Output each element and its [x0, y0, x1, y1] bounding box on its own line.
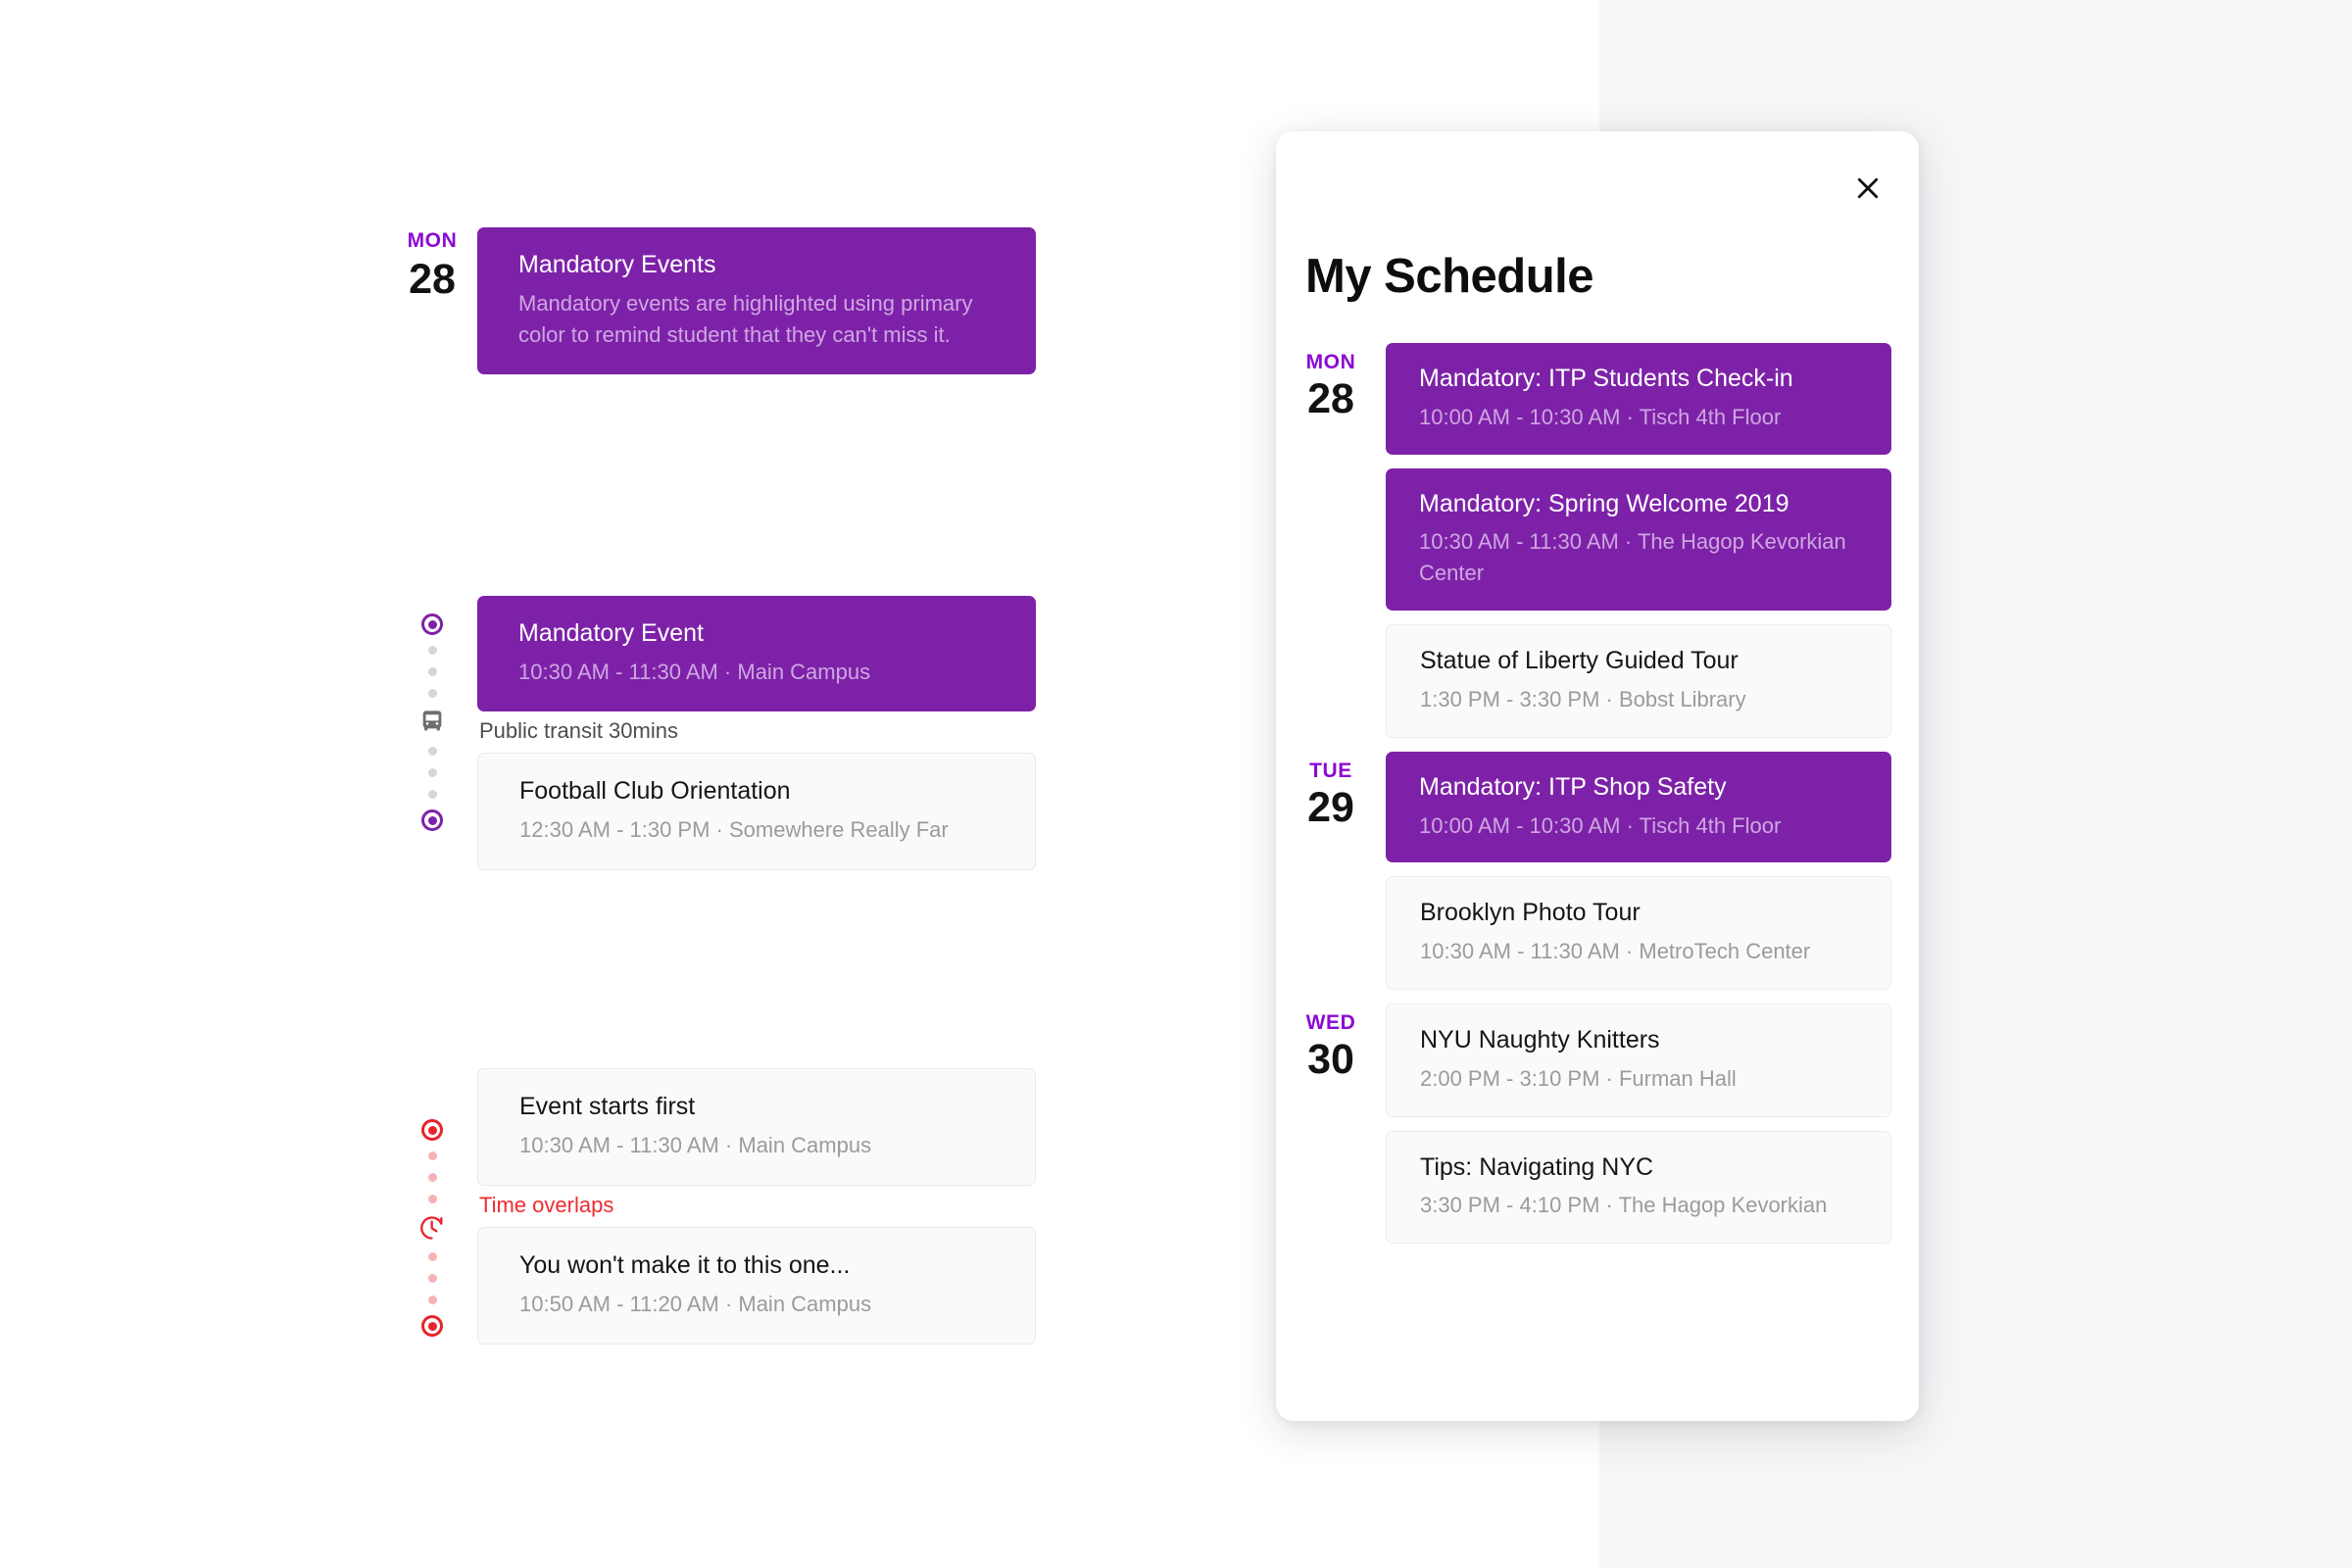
- event-meta: 10:50 AM - 11:20 AM · Main Campus: [519, 1291, 872, 1316]
- timeline-dot: [427, 747, 437, 756]
- page-title: My Schedule: [1305, 250, 1594, 303]
- event-card[interactable]: Event starts first 10:30 AM - 11:30 AM ·…: [477, 1068, 1036, 1186]
- event-meta: 10:30 AM - 11:30 AM · Main Campus: [518, 659, 871, 684]
- timeline-dot: [427, 667, 437, 676]
- timeline-node-end: [421, 1315, 443, 1337]
- schedule-event-card[interactable]: NYU Naughty Knitters 2:00 PM - 3:10 PM ·…: [1386, 1004, 1891, 1117]
- day-badge-empty: [1276, 1131, 1386, 1139]
- schedule-event-card[interactable]: Tips: Navigating NYC 3:30 PM - 4:10 PM ·…: [1386, 1130, 1891, 1245]
- list-item: TUE 29 Mandatory: ITP Shop Safety 10:00 …: [1276, 751, 1919, 863]
- event-title: Mandatory Event: [518, 619, 704, 647]
- bus-icon: [422, 710, 442, 731]
- timeline-dot: [427, 689, 437, 698]
- timeline-dots: [427, 635, 437, 709]
- timeline-dot: [427, 1274, 437, 1283]
- transit-note: Public transit 30mins: [479, 717, 678, 743]
- list-item: Mandatory: Spring Welcome 2019 10:30 AM …: [1276, 467, 1919, 612]
- event-description: Mandatory events are highlighted using p…: [518, 290, 973, 347]
- event-title: Mandatory Events: [518, 251, 716, 278]
- day-number: 30: [1307, 1036, 1354, 1084]
- day-of-week: MON: [407, 229, 458, 252]
- timeline-dot: [427, 1173, 437, 1182]
- close-button[interactable]: [1840, 161, 1895, 216]
- timeline-dots: [427, 1242, 437, 1315]
- event-meta: 1:30 PM - 3:30 PM · Bobst Library: [1420, 686, 1746, 711]
- timeline-dots: [427, 1141, 437, 1214]
- event-card[interactable]: Mandatory Event 10:30 AM - 11:30 AM · Ma…: [477, 596, 1036, 711]
- timeline-dot: [427, 1152, 437, 1160]
- event-title: Tips: Navigating NYC: [1420, 1152, 1654, 1181]
- timeline-dot: [427, 1296, 437, 1304]
- my-schedule-sheet: My Schedule MON 28 Mandatory: ITP Studen…: [1276, 131, 1919, 1421]
- schedule-list: MON 28 Mandatory: ITP Students Check-in …: [1276, 304, 1919, 1245]
- event-title: Statue of Liberty Guided Tour: [1420, 647, 1739, 675]
- event-title: NYU Naughty Knitters: [1420, 1026, 1660, 1054]
- card-stack: Mandatory Event 10:30 AM - 11:30 AM · Ma…: [477, 596, 1036, 870]
- timeline-node-start: [421, 1119, 443, 1141]
- schedule-event-card[interactable]: Brooklyn Photo Tour 10:30 AM - 11:30 AM …: [1386, 876, 1891, 991]
- schedule-event-card[interactable]: Mandatory: Spring Welcome 2019 10:30 AM …: [1386, 467, 1891, 612]
- event-card[interactable]: Football Club Orientation 12:30 AM - 1:3…: [477, 753, 1036, 870]
- spec-group-overlap: Event starts first 10:30 AM - 11:30 AM ·…: [387, 1068, 1036, 1345]
- screen-root: MON 28 Mandatory Events Mandatory events…: [0, 0, 2352, 1568]
- day-badge-empty: [1276, 468, 1386, 476]
- list-item: Brooklyn Photo Tour 10:30 AM - 11:30 AM …: [1276, 876, 1919, 991]
- close-icon: [1857, 177, 1879, 199]
- card-stack: Event starts first 10:30 AM - 11:30 AM ·…: [477, 1068, 1036, 1345]
- event-title: Mandatory: ITP Shop Safety: [1419, 772, 1727, 801]
- day-of-week: WED: [1305, 1011, 1356, 1035]
- event-title: Event starts first: [519, 1093, 696, 1120]
- list-item: WED 30 NYU Naughty Knitters 2:00 PM - 3:…: [1276, 1004, 1919, 1117]
- timeline-dot: [427, 1195, 437, 1203]
- timeline-node-end: [421, 809, 443, 831]
- schedule-event-card[interactable]: Statue of Liberty Guided Tour 1:30 PM - …: [1386, 624, 1891, 738]
- timeline-dot: [427, 646, 437, 655]
- schedule-event-card[interactable]: Mandatory: ITP Students Check-in 10:00 A…: [1386, 343, 1891, 455]
- event-meta: 10:30 AM - 11:30 AM · The Hagop Kevorkia…: [1419, 529, 1846, 586]
- event-title: You won't make it to this one...: [519, 1251, 851, 1280]
- day-badge: MON 28: [1276, 343, 1386, 426]
- list-item: MON 28 Mandatory: ITP Students Check-in …: [1276, 343, 1919, 455]
- timeline-rail-overlap: [387, 1068, 477, 1337]
- day-number: 28: [409, 256, 456, 304]
- list-item: Statue of Liberty Guided Tour 1:30 PM - …: [1276, 624, 1919, 738]
- event-title: Brooklyn Photo Tour: [1420, 899, 1641, 927]
- event-title: Mandatory: ITP Students Check-in: [1419, 365, 1793, 392]
- event-meta: 10:00 AM - 10:30 AM · Tisch 4th Floor: [1419, 812, 1782, 838]
- event-meta: 10:30 AM - 11:30 AM · MetroTech Center: [1420, 939, 1811, 964]
- timeline-dot: [427, 768, 437, 777]
- day-number: 29: [1307, 783, 1354, 831]
- day-badge: WED 30: [1276, 1004, 1386, 1087]
- day-badge: MON 28: [387, 227, 477, 307]
- event-title: Mandatory: Spring Welcome 2019: [1419, 489, 1789, 517]
- event-title: Football Club Orientation: [519, 777, 791, 806]
- timeline-dots: [427, 736, 437, 809]
- day-badge-empty: [1276, 876, 1386, 884]
- clock-history-icon: [420, 1216, 443, 1240]
- overlap-warning: Time overlaps: [479, 1192, 614, 1217]
- event-meta: 10:00 AM - 10:30 AM · Tisch 4th Floor: [1419, 404, 1782, 429]
- spec-group-mandatory-info: MON 28 Mandatory Events Mandatory events…: [387, 227, 1036, 374]
- spec-group-transit: Mandatory Event 10:30 AM - 11:30 AM · Ma…: [387, 596, 1036, 870]
- day-number: 28: [1307, 375, 1354, 423]
- timeline-dot: [427, 790, 437, 799]
- day-badge: TUE 29: [1276, 752, 1386, 835]
- event-meta: 10:30 AM - 11:30 AM · Main Campus: [519, 1132, 872, 1157]
- schedule-event-card[interactable]: Mandatory: ITP Shop Safety 10:00 AM - 10…: [1386, 751, 1891, 863]
- day-of-week: TUE: [1309, 759, 1352, 782]
- timeline-rail-transit: [387, 596, 477, 831]
- day-badge-empty: [1276, 624, 1386, 632]
- event-card[interactable]: You won't make it to this one... 10:50 A…: [477, 1227, 1036, 1345]
- timeline-node-start: [421, 613, 443, 635]
- event-meta: 12:30 AM - 1:30 PM · Somewhere Really Fa…: [519, 816, 949, 842]
- event-meta: 2:00 PM - 3:10 PM · Furman Hall: [1420, 1065, 1737, 1091]
- list-item: Tips: Navigating NYC 3:30 PM - 4:10 PM ·…: [1276, 1130, 1919, 1245]
- card-stack: Mandatory Events Mandatory events are hi…: [477, 227, 1036, 374]
- day-of-week: MON: [1305, 351, 1356, 373]
- timeline-dot: [427, 1252, 437, 1261]
- event-meta: 3:30 PM - 4:10 PM · The Hagop Kevorkian: [1420, 1193, 1828, 1218]
- event-card[interactable]: Mandatory Events Mandatory events are hi…: [477, 227, 1036, 374]
